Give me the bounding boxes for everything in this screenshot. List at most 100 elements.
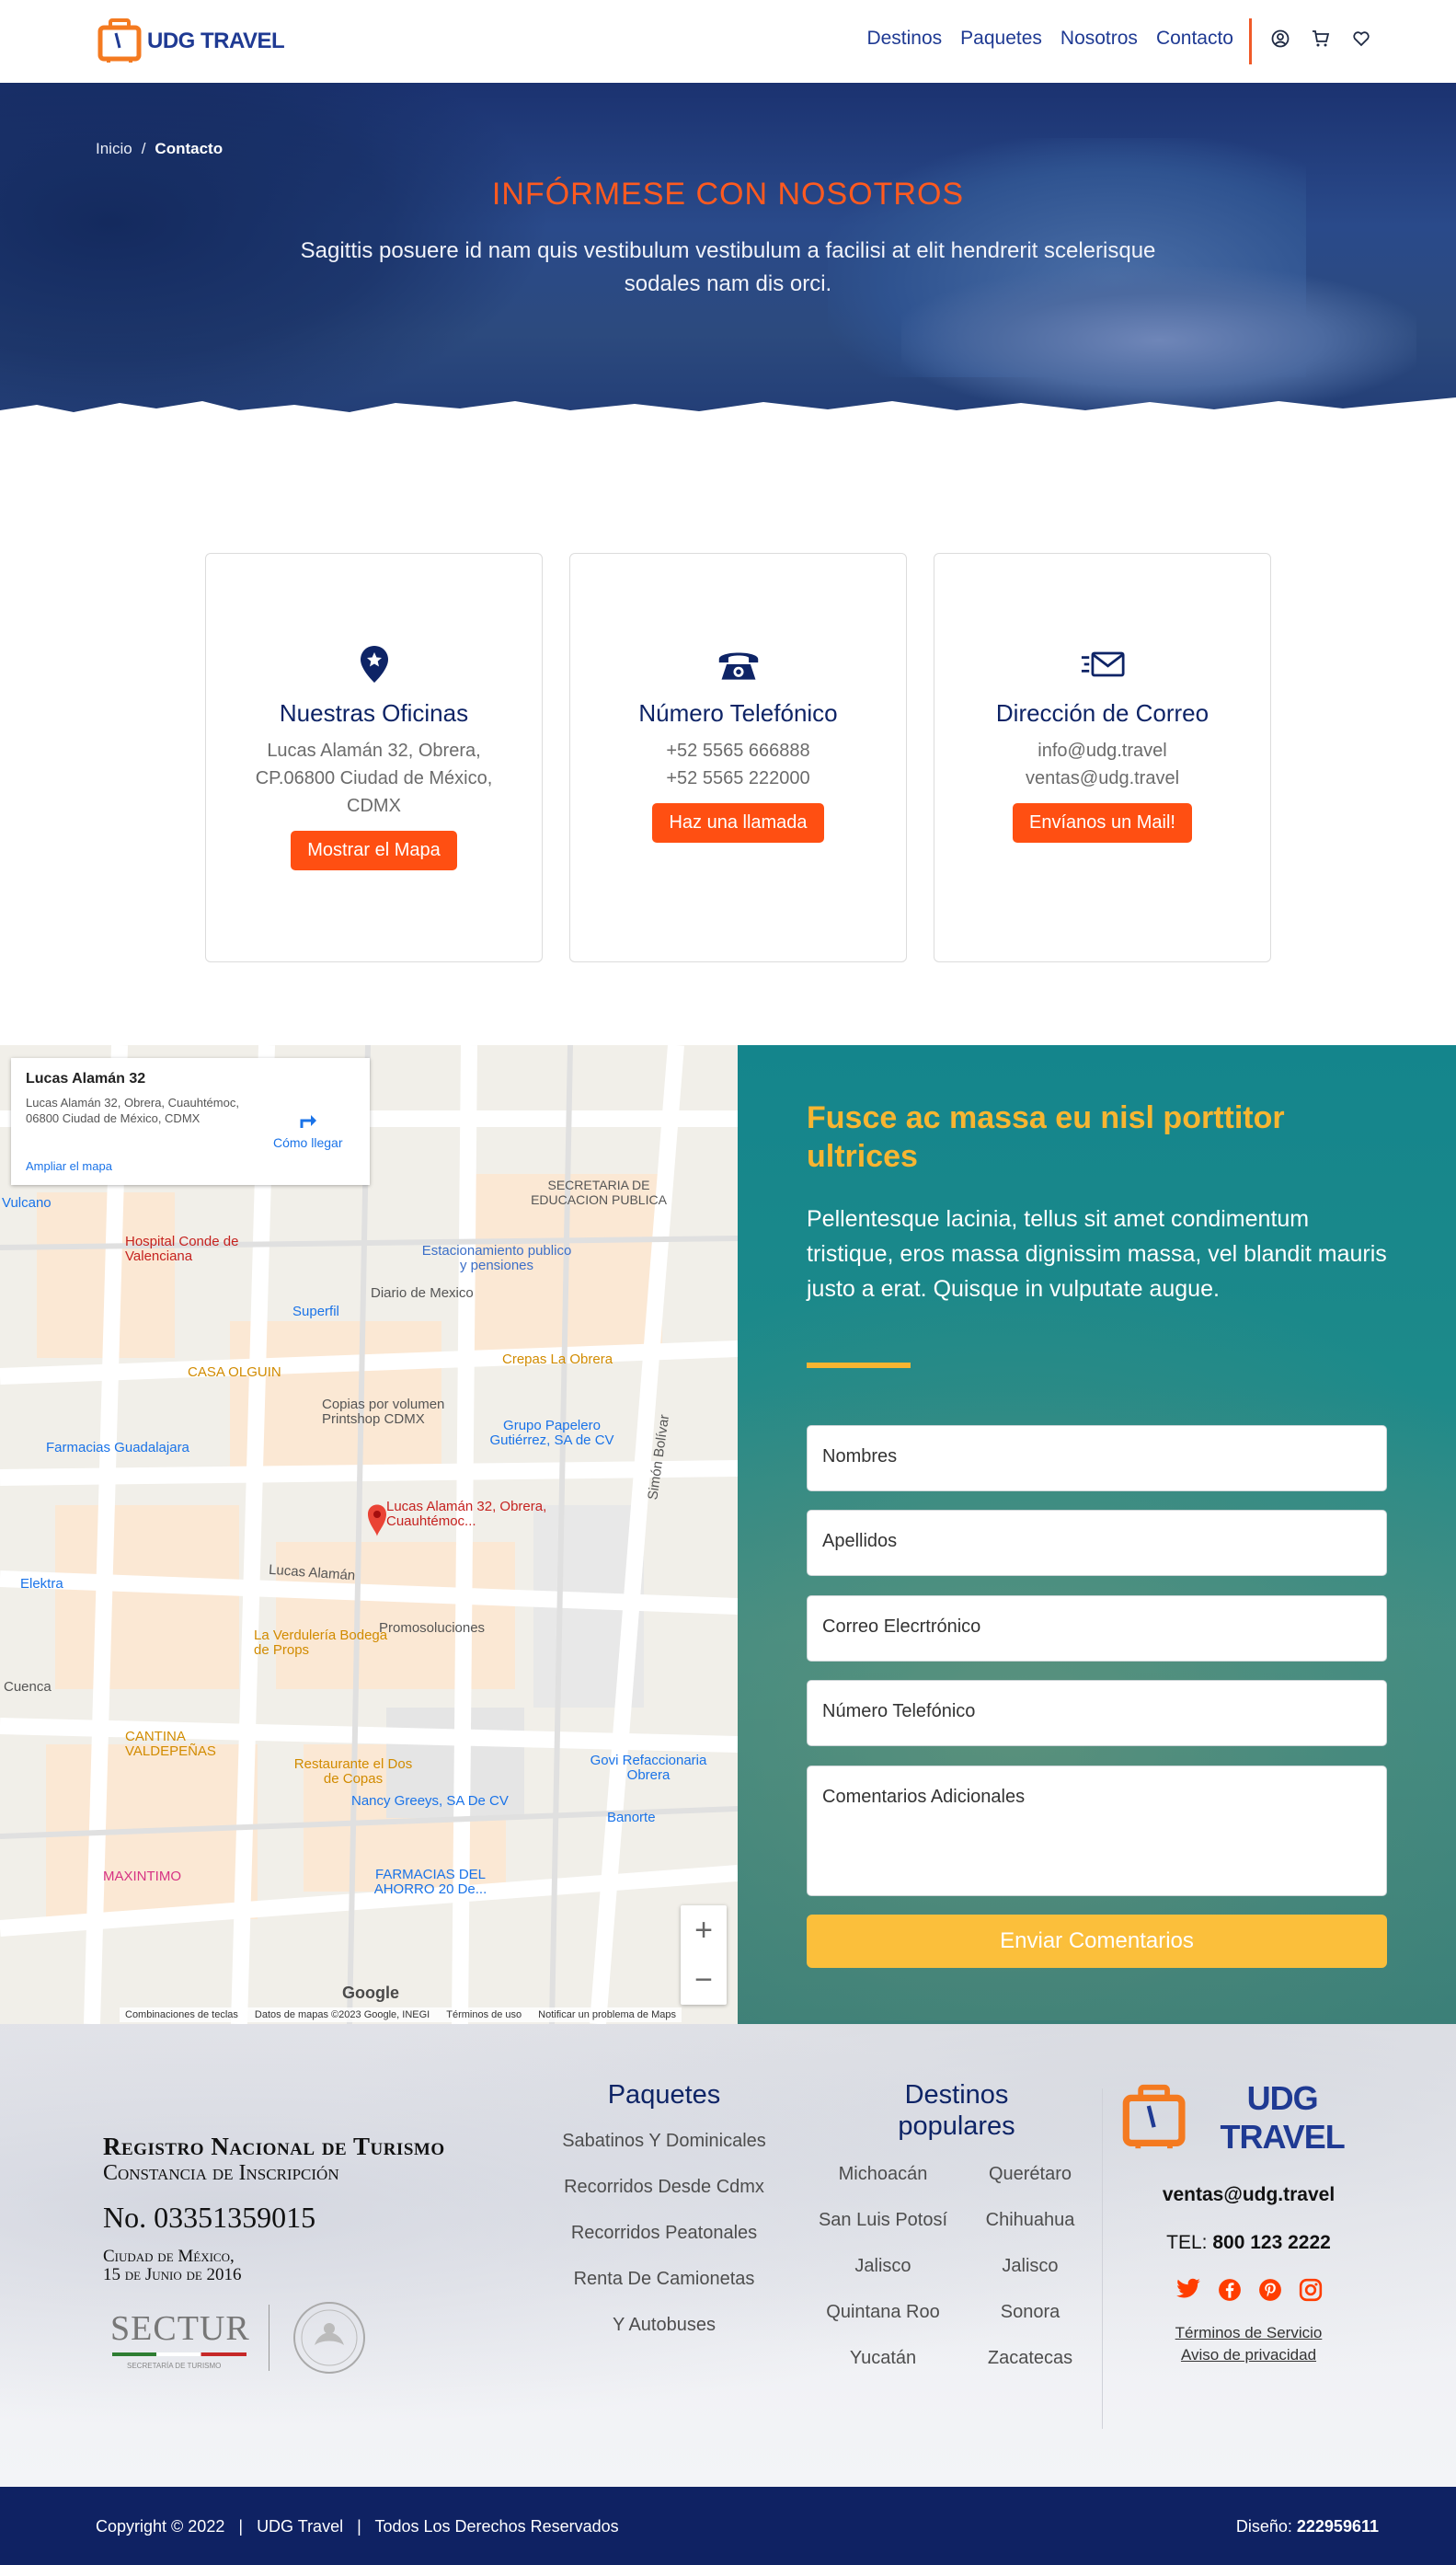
map-label: Cuenca bbox=[4, 1679, 52, 1695]
copyright-brand: UDG Travel bbox=[257, 2517, 344, 2536]
map-label: Govi Refaccionaria Obrera bbox=[590, 1753, 707, 1783]
map-report-link[interactable]: Notificar un problema de Maps bbox=[538, 2009, 676, 2020]
design-value[interactable]: 222959611 bbox=[1297, 2517, 1379, 2536]
directions-label: Cómo llegar bbox=[273, 1135, 343, 1150]
nav-paquetes[interactable]: Paquetes bbox=[960, 28, 1042, 50]
bottom-bar: Copyright © 2022 | UDG Travel | Todos Lo… bbox=[0, 2487, 1456, 2565]
email-field[interactable]: Correo Elecrtrónico bbox=[807, 1595, 1387, 1662]
phone-field[interactable]: Número Telefónico bbox=[807, 1680, 1387, 1746]
brush-edge bbox=[0, 397, 1456, 442]
card-line: CDMX bbox=[347, 796, 401, 816]
twitter-icon[interactable] bbox=[1175, 2278, 1201, 2300]
map-label: SECRETARIA DE EDUCACION PUBLICA bbox=[531, 1178, 667, 1207]
cart-icon[interactable] bbox=[1310, 28, 1332, 50]
registry-subtitle: Constancia de Inscripción bbox=[103, 2161, 339, 2185]
map-zoom-controls: + − bbox=[681, 1905, 727, 2005]
footer-packages: Paquetes Sabatinos Y Dominicales Recorri… bbox=[517, 2079, 811, 2341]
footer-brand: UDG TRAVEL ventas@udg.travel TEL: 800 12… bbox=[1122, 2079, 1375, 2366]
package-link[interactable]: Renta De Camionetas bbox=[517, 2269, 811, 2295]
breadcrumb-home[interactable]: Inicio bbox=[96, 140, 132, 158]
user-icon[interactable] bbox=[1269, 28, 1291, 50]
registry-date: 15 de Junio de 2016 bbox=[103, 2265, 242, 2284]
destination-link[interactable]: Zacatecas bbox=[961, 2344, 1099, 2372]
map-label: CANTINA VALDEPEÑAS bbox=[125, 1729, 216, 1759]
form-description: Pellentesque lacinia, tellus sit amet co… bbox=[807, 1206, 1387, 1302]
package-link[interactable]: Recorridos Desde Cdmx bbox=[517, 2177, 811, 2203]
card-line: ventas@udg.travel bbox=[1025, 768, 1180, 788]
package-link[interactable]: Sabatinos Y Dominicales bbox=[517, 2131, 811, 2157]
sectur-subtitle: SECRETARÍA DE TURISMO bbox=[127, 2362, 222, 2370]
destination-link[interactable]: Jalisco bbox=[814, 2252, 952, 2280]
footer-logo[interactable]: UDG TRAVEL bbox=[1122, 2079, 1375, 2157]
embedded-map[interactable]: Lucas Alamán 32 Lucas Alamán 32, Obrera,… bbox=[0, 1045, 738, 2024]
map-directions-link[interactable]: Cómo llegar bbox=[273, 1110, 342, 1150]
last-name-field[interactable]: Apellidos bbox=[807, 1510, 1387, 1576]
card-line: CP.06800 Ciudad de México, bbox=[255, 768, 493, 788]
map-label: Grupo Papelero Gutiérrez, SA de CV bbox=[489, 1418, 614, 1448]
footer-divider bbox=[1102, 2088, 1103, 2429]
telephone-icon bbox=[717, 642, 761, 686]
call-button[interactable]: Haz una llamada bbox=[652, 803, 824, 843]
card-line: Lucas Alamán 32, Obrera, bbox=[267, 741, 481, 761]
facebook-icon[interactable] bbox=[1218, 2278, 1242, 2302]
sectur-logo: SECTUR SECRETARÍA DE TURISMO bbox=[110, 2302, 377, 2378]
destination-link[interactable]: Quintana Roo bbox=[814, 2298, 952, 2326]
destination-link[interactable]: Querétaro bbox=[961, 2160, 1099, 2188]
packages-title: Paquetes bbox=[607, 2080, 721, 2110]
destination-link[interactable]: Sonora bbox=[961, 2298, 1099, 2326]
map-label: Banorte bbox=[607, 1810, 656, 1825]
comments-field[interactable]: Comentarios Adicionales bbox=[807, 1766, 1387, 1896]
map-place-title: Lucas Alamán 32 bbox=[26, 1071, 146, 1087]
map-label: Diario de Mexico bbox=[371, 1285, 474, 1301]
map-label: CASA OLGUIN bbox=[188, 1364, 281, 1380]
destination-link[interactable]: Yucatán bbox=[814, 2344, 952, 2372]
footer-email[interactable]: ventas@udg.travel bbox=[1122, 2184, 1375, 2206]
show-map-button[interactable]: Mostrar el Mapa bbox=[291, 831, 457, 870]
destination-link[interactable]: Chihuahua bbox=[961, 2206, 1099, 2234]
destination-link[interactable]: Michoacán bbox=[814, 2160, 952, 2188]
nav-destinos[interactable]: Destinos bbox=[866, 28, 942, 50]
copyright-sep: | bbox=[229, 2517, 253, 2536]
footer-phone[interactable]: TEL: 800 123 2222 bbox=[1122, 2232, 1375, 2254]
nav-contacto[interactable]: Contacto bbox=[1156, 28, 1233, 50]
terms-link[interactable]: Términos de Servicio bbox=[1122, 2322, 1375, 2344]
nav-nosotros[interactable]: Nosotros bbox=[1060, 28, 1138, 50]
zoom-out-button[interactable]: − bbox=[681, 1955, 727, 2005]
footer-destinations: Destinos populares Michoacán Querétaro S… bbox=[809, 2079, 1104, 2372]
map-enlarge-link[interactable]: Ampliar el mapa bbox=[26, 1159, 112, 1173]
send-mail-button[interactable]: Envíanos un Mail! bbox=[1013, 803, 1192, 843]
heart-icon[interactable] bbox=[1350, 28, 1372, 50]
package-link[interactable]: Recorridos Peatonales bbox=[517, 2223, 811, 2249]
footer-logo-text: UDG TRAVEL bbox=[1220, 2079, 1345, 2156]
page-subtitle: Sagittis posuere id nam quis vestibulum … bbox=[300, 238, 1156, 296]
destination-link[interactable]: Jalisco bbox=[961, 2252, 1099, 2280]
card-email: Dirección de Correo info@udg.travel vent… bbox=[934, 553, 1271, 962]
package-link[interactable]: Y Autobuses bbox=[517, 2315, 811, 2341]
social-links bbox=[1122, 2278, 1375, 2302]
map-label: Copias por volumen Printshop CDMX bbox=[322, 1397, 445, 1427]
destination-link[interactable]: San Luis Potosí bbox=[814, 2206, 952, 2234]
map-label: La Verdulería Bodega de Props bbox=[254, 1628, 388, 1658]
site-footer: Registro Nacional de Turismo Constancia … bbox=[0, 2024, 1456, 2487]
registry-title: Registro Nacional de Turismo bbox=[103, 2133, 445, 2160]
card-line: +52 5565 666888 bbox=[666, 741, 810, 761]
instagram-icon[interactable] bbox=[1299, 2278, 1323, 2302]
suitcase-icon bbox=[97, 18, 142, 63]
map-shortcuts-link[interactable]: Combinaciones de teclas bbox=[125, 2009, 238, 2020]
submit-button[interactable]: Enviar Comentarios bbox=[807, 1915, 1387, 1968]
map-data-credit: Datos de mapas ©2023 Google, INEGI bbox=[254, 2009, 430, 2020]
logo[interactable]: UDG TRAVEL bbox=[97, 17, 285, 66]
card-text: Lucas Alamán 32, Obrera, CP.06800 Ciudad… bbox=[206, 737, 542, 820]
first-name-field[interactable]: Nombres bbox=[807, 1425, 1387, 1491]
copyright-rights: Todos Los Derechos Reservados bbox=[374, 2517, 619, 2536]
map-terms-link[interactable]: Términos de uso bbox=[446, 2009, 522, 2020]
mexico-seal-icon bbox=[293, 2302, 365, 2374]
card-title: Dirección de Correo bbox=[995, 699, 1210, 727]
directions-icon bbox=[300, 1115, 316, 1128]
zoom-in-button[interactable]: + bbox=[681, 1905, 727, 1955]
pinterest-icon[interactable] bbox=[1258, 2278, 1282, 2302]
privacy-link[interactable]: Aviso de privacidad bbox=[1122, 2344, 1375, 2366]
map-label: Restaurante el Dos de Copas bbox=[293, 1756, 413, 1787]
card-title: Número Telefónico bbox=[638, 699, 838, 727]
map-label: Lucas Alamán 32, Obrera, Cuauhtémoc... bbox=[386, 1499, 547, 1529]
